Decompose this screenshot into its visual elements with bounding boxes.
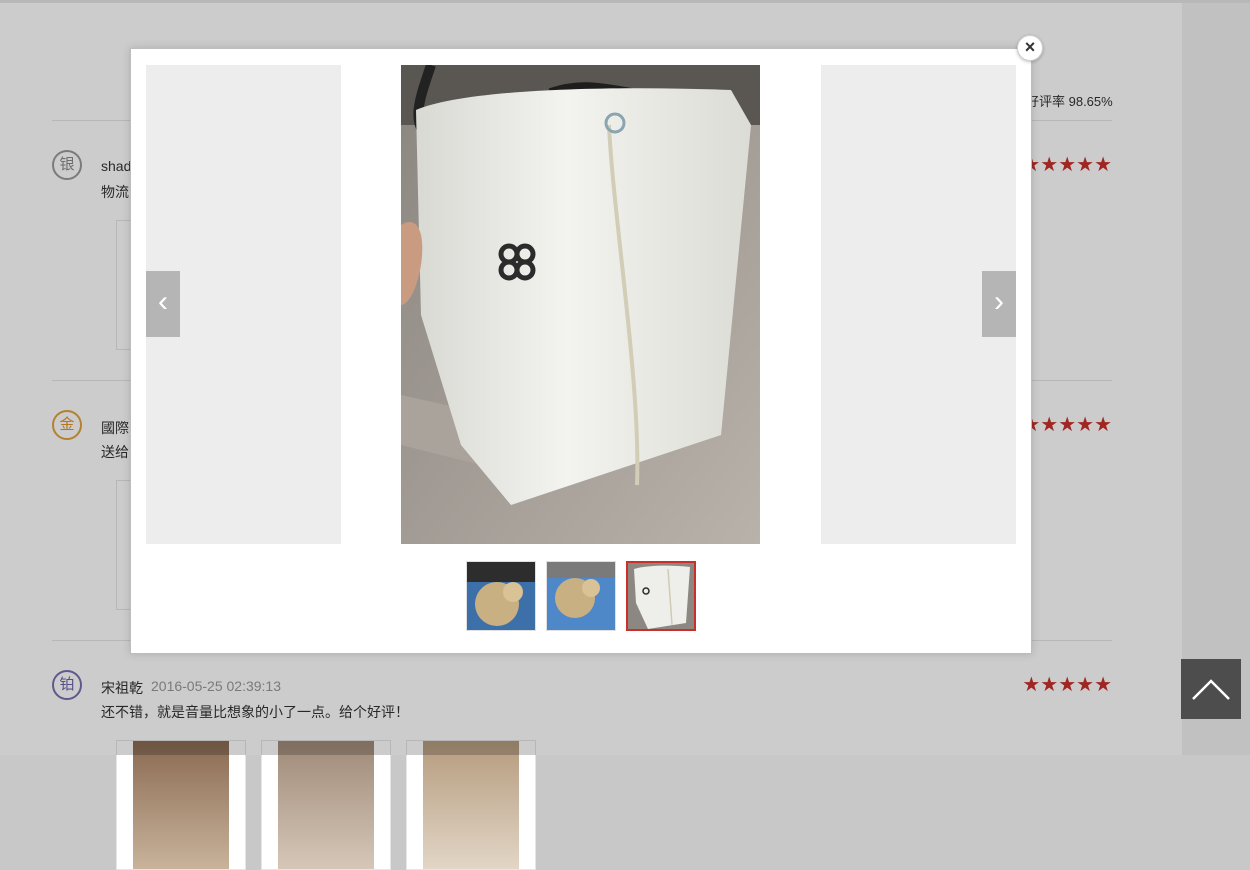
prev-image-button[interactable]: ‹ bbox=[146, 271, 180, 337]
review-photo bbox=[133, 741, 229, 869]
next-image-button[interactable]: › bbox=[982, 271, 1016, 337]
review-photo bbox=[278, 741, 374, 869]
speaker-photo-thumb bbox=[467, 562, 535, 630]
review-photo-thumb[interactable] bbox=[116, 740, 246, 870]
backpack-photo bbox=[401, 65, 760, 544]
thumbnail-1[interactable] bbox=[466, 561, 536, 631]
thumbnail-3[interactable] bbox=[626, 561, 696, 631]
chevron-left-icon: ‹ bbox=[158, 285, 168, 318]
close-button[interactable]: × bbox=[1017, 35, 1043, 61]
review-photo-thumb[interactable] bbox=[261, 740, 391, 870]
speaker-photo-thumb bbox=[547, 562, 615, 630]
review-photo bbox=[423, 741, 519, 869]
review-photo-thumb[interactable] bbox=[406, 740, 536, 870]
backpack-photo-thumb bbox=[628, 563, 694, 629]
chevron-right-icon: › bbox=[994, 285, 1004, 318]
back-to-top-button[interactable] bbox=[1181, 659, 1241, 719]
main-photo bbox=[401, 65, 760, 544]
image-stage: ‹ › bbox=[146, 65, 1016, 544]
chevron-up-icon bbox=[1192, 679, 1230, 700]
thumbnail-2[interactable] bbox=[546, 561, 616, 631]
image-viewer-modal: × ‹ › bbox=[130, 35, 1043, 654]
